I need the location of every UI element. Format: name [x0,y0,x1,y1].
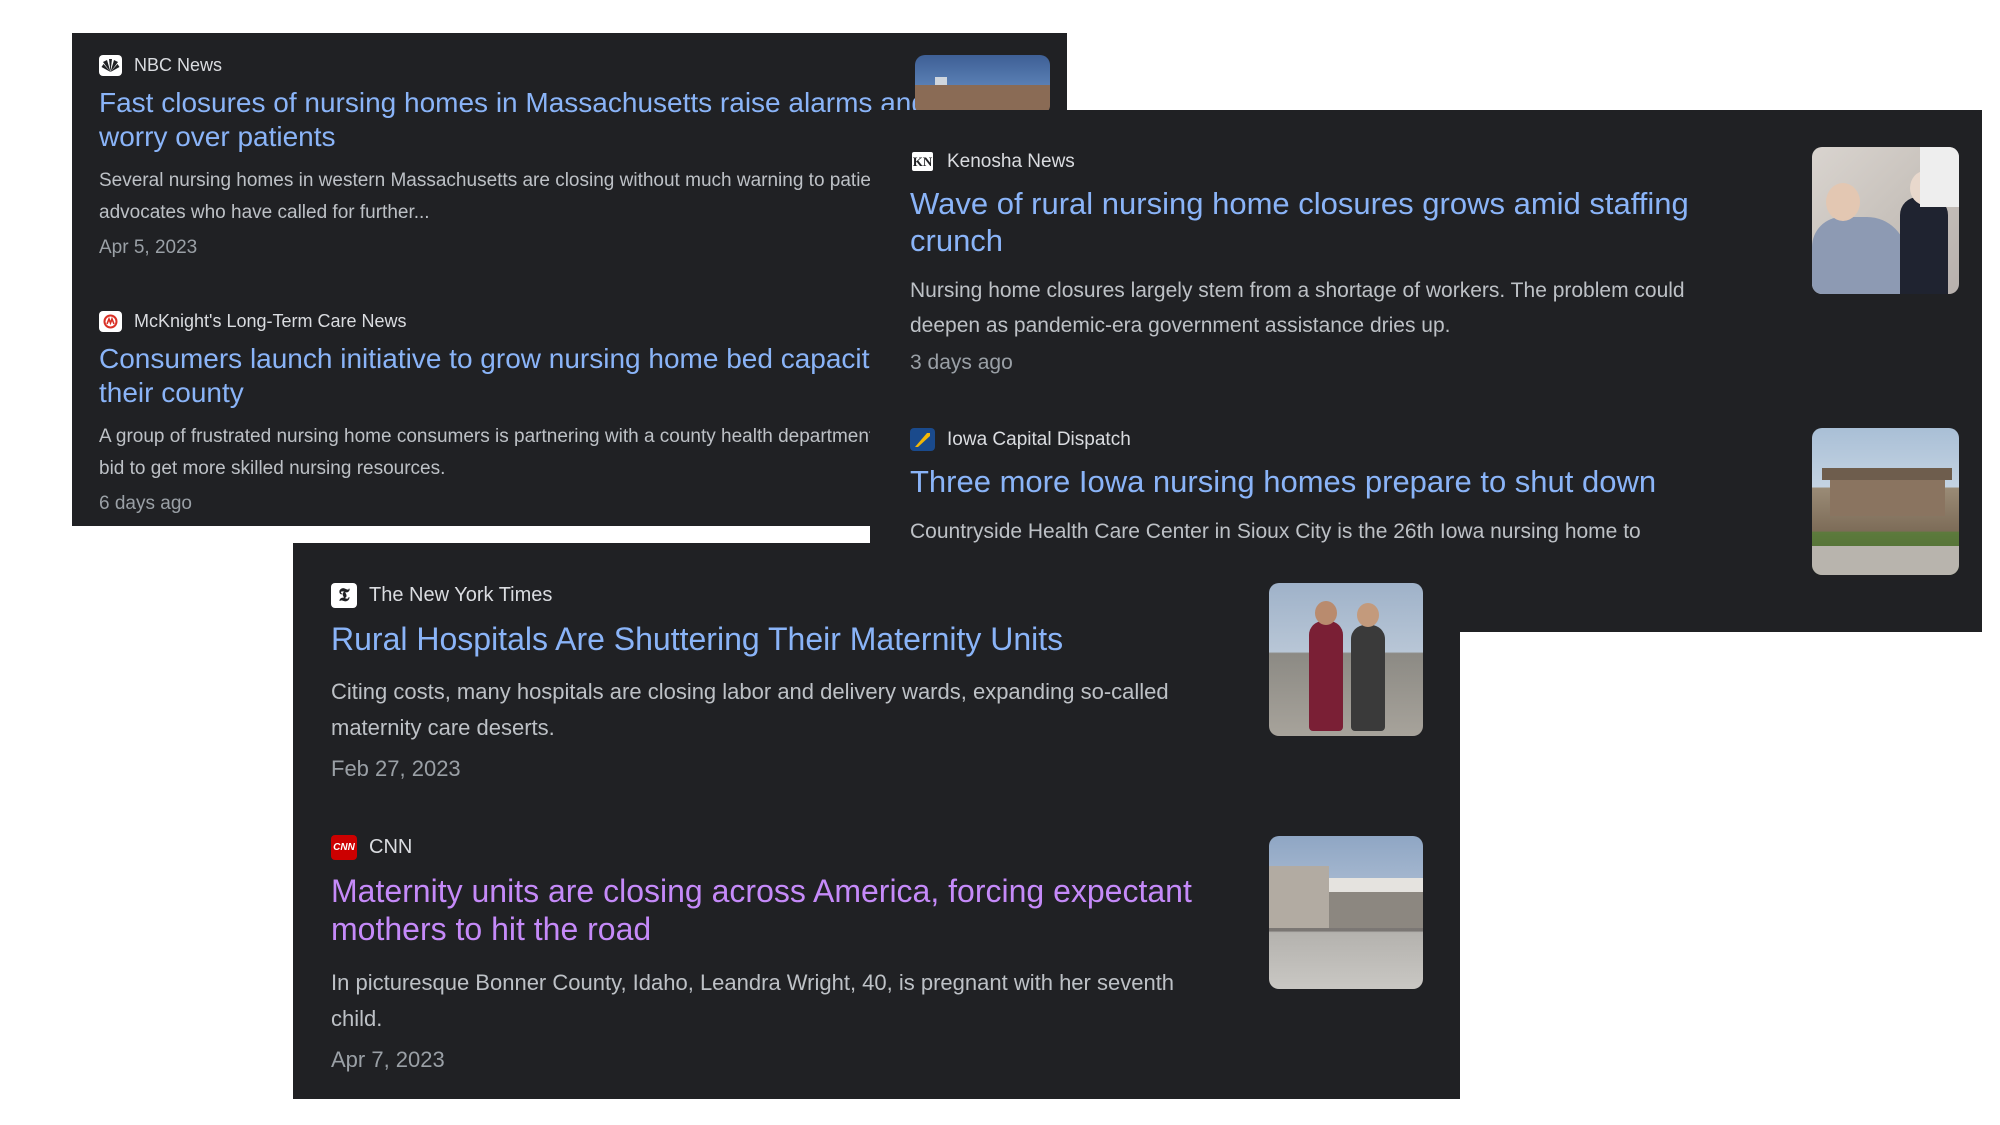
news-source: Iowa Capital Dispatch [910,428,1760,451]
news-source-name: The New York Times [369,584,553,606]
news-snippet: A group of frustrated nursing home consu… [99,426,911,480]
news-headline-link[interactable]: Consumers launch initiative to grow nurs… [99,342,929,409]
news-result[interactable]: KN Kenosha News Wave of rural nursing ho… [910,150,1760,375]
news-source: CNN CNN [331,835,1231,860]
news-source-name: Iowa Capital Dispatch [947,428,1131,450]
news-headline-link[interactable]: Wave of rural nursing home closures grow… [910,185,1760,259]
news-source-name: McKnight's Long-Term Care News [134,311,407,331]
news-snippet: In picturesque Bonner County, Idaho, Lea… [331,969,1175,1031]
person-left [1309,621,1343,731]
news-source-name: CNN [369,836,413,858]
mcknights-logo-icon [99,311,122,332]
hospital-building-right [1329,892,1423,928]
hospital-canopy [1329,878,1423,892]
patient-bed-blanket [1812,217,1907,294]
news-source-name: NBC News [134,55,223,75]
nyt-logo-icon: 𝕿 [331,583,357,608]
news-source: 𝕿 The New York Times [331,583,1211,608]
news-thumbnail[interactable] [915,55,1050,115]
news-result[interactable]: CNN CNN Maternity units are closing acro… [331,835,1231,1073]
patient-head [1826,183,1860,221]
news-result[interactable]: McKnight's Long-Term Care News Consumers… [99,311,929,515]
news-headline-link[interactable]: Three more Iowa nursing homes prepare to… [910,463,1760,500]
nurse-figure [1900,197,1948,294]
news-source-name: Kenosha News [947,150,1075,172]
news-thumbnail[interactable] [1812,428,1959,575]
news-source: McKnight's Long-Term Care News [99,311,929,332]
news-result[interactable]: Iowa Capital Dispatch Three more Iowa nu… [910,428,1760,549]
news-result[interactable]: NBC News Fast closures of nursing homes … [99,55,954,259]
person-left-head [1315,601,1337,625]
news-headline-link[interactable]: Rural Hospitals Are Shuttering Their Mat… [331,620,1211,658]
news-date: 6 days ago [99,493,192,515]
kenosha-news-icon: KN [910,150,935,173]
driveway [1812,546,1959,575]
cnn-logo-icon: CNN [331,835,357,860]
news-date: Apr 7, 2023 [331,1046,445,1072]
building-facade [1830,476,1945,516]
news-thumbnail[interactable] [1269,583,1423,736]
nbc-peacock-icon [99,55,122,76]
news-date: 3 days ago [910,351,1013,375]
news-card-panel-maternity: 𝕿 The New York Times Rural Hospitals Are… [293,543,1460,1099]
window [1920,147,1959,207]
news-headline-link-visited[interactable]: Maternity units are closing across Ameri… [331,872,1231,949]
news-result[interactable]: 𝕿 The New York Times Rural Hospitals Are… [331,583,1211,782]
news-headline-link[interactable]: Fast closures of nursing homes in Massac… [99,86,954,153]
news-source: NBC News [99,55,954,76]
news-snippet: Several nursing homes in western Massach… [99,170,937,224]
person-right-head [1357,603,1379,627]
news-date: Apr 5, 2023 [99,237,198,259]
news-thumbnail[interactable] [1812,147,1959,294]
news-snippet: Nursing home closures largely stem from … [910,279,1685,338]
news-snippet: Citing costs, many hospitals are closing… [331,679,1169,741]
person-right [1351,625,1385,731]
building-roof [1822,468,1952,480]
hospital-building-left [1269,866,1329,928]
iowa-capital-dispatch-icon [910,428,935,451]
news-source: KN Kenosha News [910,150,1760,173]
news-thumbnail[interactable] [1269,836,1423,989]
news-date: Feb 27, 2023 [331,756,461,782]
